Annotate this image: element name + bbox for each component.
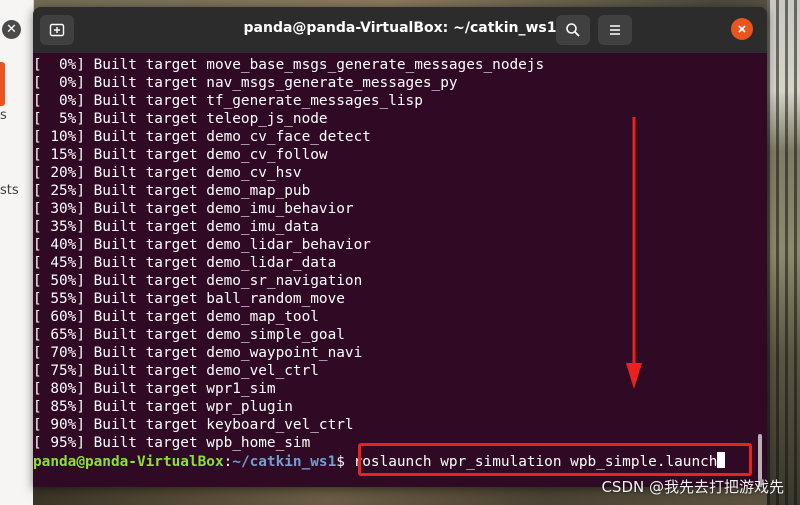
terminal-output[interactable]: [ 0%] Built target move_base_msgs_genera…	[33, 53, 767, 487]
command-highlight-box	[358, 443, 752, 476]
output-line: [ 85%] Built target wpr_plugin	[33, 399, 293, 415]
prompt-separator: :	[223, 454, 233, 470]
annotation-arrow-icon	[626, 117, 642, 389]
output-line: [ 70%] Built target demo_waypoint_navi	[33, 345, 363, 361]
output-line: [ 60%] Built target demo_map_tool	[33, 309, 319, 325]
output-line: [ 0%] Built target move_base_msgs_genera…	[33, 57, 545, 73]
output-line: [ 25%] Built target demo_map_pub	[33, 183, 311, 199]
output-line: [ 0%] Built target tf_generate_messages_…	[33, 93, 423, 109]
background-orange-marker	[0, 62, 5, 106]
output-line: [ 65%] Built target demo_simple_goal	[33, 327, 345, 343]
hamburger-menu-icon	[610, 25, 620, 35]
output-line: [ 80%] Built target wpr1_sim	[33, 381, 276, 397]
prompt-symbol: $	[336, 454, 354, 470]
title-bar: panda@panda-VirtualBox: ~/catkin_ws1	[33, 7, 767, 53]
output-line: [ 10%] Built target demo_cv_face_detect	[33, 129, 371, 145]
desktop-wallpaper	[767, 0, 800, 505]
output-line: [ 55%] Built target ball_random_move	[33, 291, 345, 307]
close-icon	[738, 25, 746, 33]
output-line: [ 95%] Built target wpb_home_sim	[33, 435, 311, 451]
prompt-user-host: panda@panda-VirtualBox	[33, 454, 224, 470]
window-title: panda@panda-VirtualBox: ~/catkin_ws1	[243, 20, 557, 36]
output-line: [ 40%] Built target demo_lidar_behavior	[33, 237, 371, 253]
background-text-fragment: sts	[0, 183, 19, 198]
output-line: [ 90%] Built target keyboard_vel_ctrl	[33, 417, 354, 433]
output-line: [ 75%] Built target demo_vel_ctrl	[33, 363, 319, 379]
watermark-text: CSDN @我先去打把游戏先	[601, 478, 784, 496]
background-close-icon[interactable]: ✕	[2, 20, 21, 39]
window-close-button[interactable]	[731, 18, 753, 40]
terminal-window: panda@panda-VirtualBox: ~/catkin_ws1 [ 0…	[33, 7, 767, 487]
output-line: [ 45%] Built target demo_lidar_data	[33, 255, 337, 271]
search-button[interactable]	[556, 15, 590, 45]
output-line: [ 30%] Built target demo_imu_behavior	[33, 201, 354, 217]
output-line: [ 35%] Built target demo_imu_data	[33, 219, 319, 235]
background-app-window: ✕ s sts	[0, 0, 34, 505]
menu-button[interactable]	[598, 15, 632, 45]
output-line: [ 5%] Built target teleop_js_node	[33, 111, 328, 127]
prompt-path: ~/catkin_ws1	[232, 454, 337, 470]
output-line: [ 20%] Built target demo_cv_hsv	[33, 165, 302, 181]
search-icon	[566, 23, 580, 37]
output-line: [ 0%] Built target nav_msgs_generate_mes…	[33, 75, 458, 91]
background-text-fragment: s	[0, 108, 7, 123]
output-line: [ 15%] Built target demo_cv_follow	[33, 147, 328, 163]
output-line: [ 50%] Built target demo_sr_navigation	[33, 273, 363, 289]
